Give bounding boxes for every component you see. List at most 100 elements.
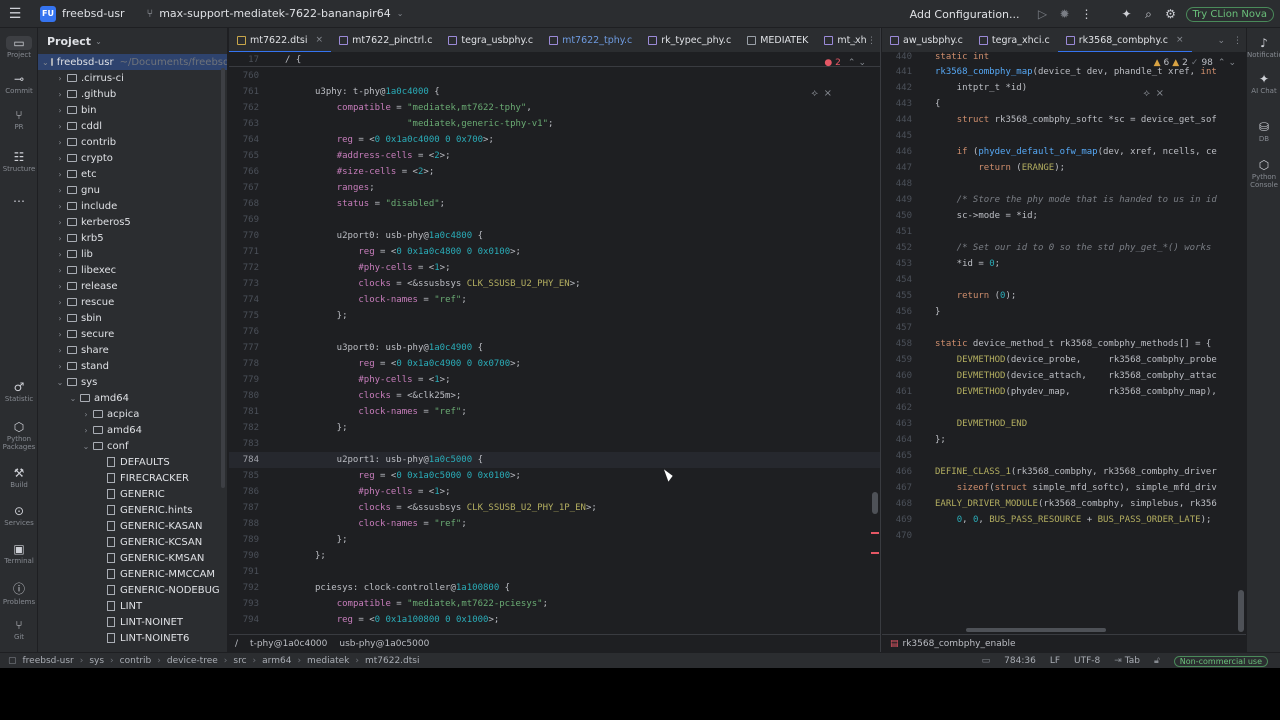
code-line[interactable]: 792 pciesys: clock-controller@1a100800 { — [229, 580, 880, 596]
code-line[interactable]: 454 — [882, 272, 1246, 288]
chevron-right-icon[interactable]: › — [55, 298, 65, 307]
tree-node[interactable]: › stand — [38, 358, 227, 374]
toolwindow-python-packages[interactable]: ⬡ Python Packages — [0, 420, 38, 451]
line-number[interactable]: 779 — [229, 375, 259, 385]
tree-node[interactable]: GENERIC.hints — [38, 502, 227, 518]
file-encoding[interactable]: UTF-8 — [1074, 656, 1100, 666]
toolwindow-git[interactable]: ⑂ Git — [0, 618, 38, 641]
chevron-down-icon[interactable]: ⌄ — [81, 442, 91, 451]
line-number[interactable]: 778 — [229, 359, 259, 369]
run-configuration-dropdown[interactable]: Add Configuration... — [910, 8, 1020, 21]
license-badge[interactable]: Non-commercial use — [1173, 655, 1268, 667]
code-line[interactable]: 770 u2port0: usb-phy@1a0c4800 { — [229, 228, 880, 244]
tree-node[interactable]: › amd64 — [38, 422, 227, 438]
chevron-right-icon[interactable]: › — [55, 186, 65, 195]
line-number[interactable]: 769 — [229, 215, 259, 225]
code-line[interactable]: 451 — [882, 224, 1246, 240]
nav-crumb[interactable]: freebsd-usr — [23, 656, 74, 666]
nav-crumb[interactable]: sys — [89, 656, 104, 666]
chevron-down-icon[interactable]: ⌄ — [851, 36, 859, 46]
tree-node[interactable]: › sbin — [38, 310, 227, 326]
tree-node[interactable]: ⌄ freebsd-usr ~/Documents/freebsd-usr — [38, 54, 227, 70]
toolwindow-ai-chat[interactable]: ✦ AI Chat — [1247, 72, 1280, 95]
tree-node[interactable]: LINT — [38, 598, 227, 614]
code-line[interactable]: 779 #phy-cells = <1>; — [229, 372, 880, 388]
line-number[interactable]: 447 — [882, 163, 912, 173]
line-number[interactable]: 454 — [882, 275, 912, 285]
tree-node[interactable]: › bin — [38, 102, 227, 118]
tab-mt7622-tphy-c[interactable]: mt7622_tphy.c — [541, 28, 640, 52]
line-number[interactable]: 781 — [229, 407, 259, 417]
editor-right-h-scrollbar[interactable] — [966, 628, 1106, 632]
close-icon[interactable]: × — [1176, 35, 1184, 45]
tree-node[interactable]: › acpica — [38, 406, 227, 422]
line-number[interactable]: 766 — [229, 167, 259, 177]
inspection-widget[interactable]: ● 2 ⌃ ⌄ — [824, 58, 866, 68]
line-number[interactable]: 785 — [229, 471, 259, 481]
line-number[interactable]: 442 — [882, 83, 912, 93]
line-number[interactable]: 786 — [229, 487, 259, 497]
chevron-right-icon[interactable]: › — [55, 90, 65, 99]
line-number[interactable]: 441 — [882, 67, 912, 77]
toolwindow-pull-requests[interactable]: ⑂ PR — [0, 108, 38, 131]
tree-node[interactable]: LINT-NOINET — [38, 614, 227, 630]
memory-icon[interactable]: ▭ — [982, 656, 991, 666]
line-number[interactable]: 775 — [229, 311, 259, 321]
line-number[interactable]: 791 — [229, 567, 259, 577]
code-line[interactable]: 761 u3phy: t-phy@1a0c4000 { — [229, 84, 880, 100]
chevron-right-icon[interactable]: › — [55, 330, 65, 339]
tree-node[interactable]: ⌄ conf — [38, 438, 227, 454]
code-line[interactable]: 781 clock-names = "ref"; — [229, 404, 880, 420]
line-number[interactable]: 773 — [229, 279, 259, 289]
line-number[interactable]: 762 — [229, 103, 259, 113]
code-line[interactable]: 449 /* Store the phy mode that is handed… — [882, 192, 1246, 208]
code-line[interactable]: 469 0, 0, BUS_PASS_RESOURCE + BUS_PASS_O… — [882, 512, 1246, 528]
code-line[interactable]: 459 DEVMETHOD(device_probe, rk3568_combp… — [882, 352, 1246, 368]
line-number[interactable]: 445 — [882, 131, 912, 141]
tree-node[interactable]: › krb5 — [38, 230, 227, 246]
more-actions-icon[interactable]: ⋮ — [867, 36, 876, 46]
sticky-line[interactable]: 17 / { — [229, 53, 880, 67]
breadcrumb-item[interactable]: / — [235, 639, 238, 649]
project-badge[interactable]: FU — [40, 5, 56, 22]
line-number[interactable]: 458 — [882, 339, 912, 349]
code-line[interactable]: 783 — [229, 436, 880, 452]
chevron-right-icon[interactable]: › — [55, 106, 65, 115]
nav-crumb[interactable]: arm64 — [262, 656, 291, 666]
line-number[interactable]: 789 — [229, 535, 259, 545]
tree-node[interactable]: GENERIC-NODEBUG — [38, 582, 227, 598]
code-line[interactable]: 766 #size-cells = <2>; — [229, 164, 880, 180]
tab-mt7622-pinctrl-c[interactable]: mt7622_pinctrl.c — [331, 28, 440, 52]
chevron-right-icon[interactable]: › — [55, 234, 65, 243]
line-number[interactable]: 771 — [229, 247, 259, 257]
toolwindow-problems[interactable]: ⓘ Problems — [0, 580, 38, 606]
code-line[interactable]: 768 status = "disabled"; — [229, 196, 880, 212]
chevron-right-icon[interactable]: › — [55, 74, 65, 83]
code-line[interactable]: 465 — [882, 448, 1246, 464]
line-number[interactable]: 790 — [229, 551, 259, 561]
error-stripe-mark[interactable] — [871, 552, 879, 554]
line-number[interactable]: 764 — [229, 135, 259, 145]
line-number[interactable]: 770 — [229, 231, 259, 241]
nav-crumb[interactable]: device-tree — [167, 656, 218, 666]
close-icon[interactable]: × — [316, 35, 324, 45]
tree-node[interactable]: GENERIC-KASAN — [38, 518, 227, 534]
code-line[interactable]: 780 clocks = <&clk25m>; — [229, 388, 880, 404]
code-line[interactable]: 463 DEVMETHOD_END — [882, 416, 1246, 432]
tab-mediatek[interactable]: MEDIATEK — [739, 28, 816, 52]
line-number[interactable]: 761 — [229, 87, 259, 97]
line-number[interactable]: 767 — [229, 183, 259, 193]
project-tree-scrollbar[interactable] — [221, 68, 225, 488]
debug-icon[interactable]: ✹ — [1054, 3, 1076, 25]
editor-left-scrollbar[interactable] — [872, 492, 878, 514]
code-line[interactable]: 773 clocks = <&ssusbsys CLK_SSUSB_U2_PHY… — [229, 276, 880, 292]
line-number[interactable]: 465 — [882, 451, 912, 461]
project-switcher[interactable]: freebsd-usr — [62, 7, 125, 20]
tree-node[interactable]: › contrib — [38, 134, 227, 150]
tree-node[interactable]: › kerberos5 — [38, 214, 227, 230]
toolwindow-project[interactable]: ▭ Project — [0, 36, 38, 59]
line-number[interactable]: 765 — [229, 151, 259, 161]
line-number[interactable]: 780 — [229, 391, 259, 401]
code-line[interactable]: 455 return (0); — [882, 288, 1246, 304]
tab-tegra-usbphy-c[interactable]: tegra_usbphy.c — [440, 28, 541, 52]
